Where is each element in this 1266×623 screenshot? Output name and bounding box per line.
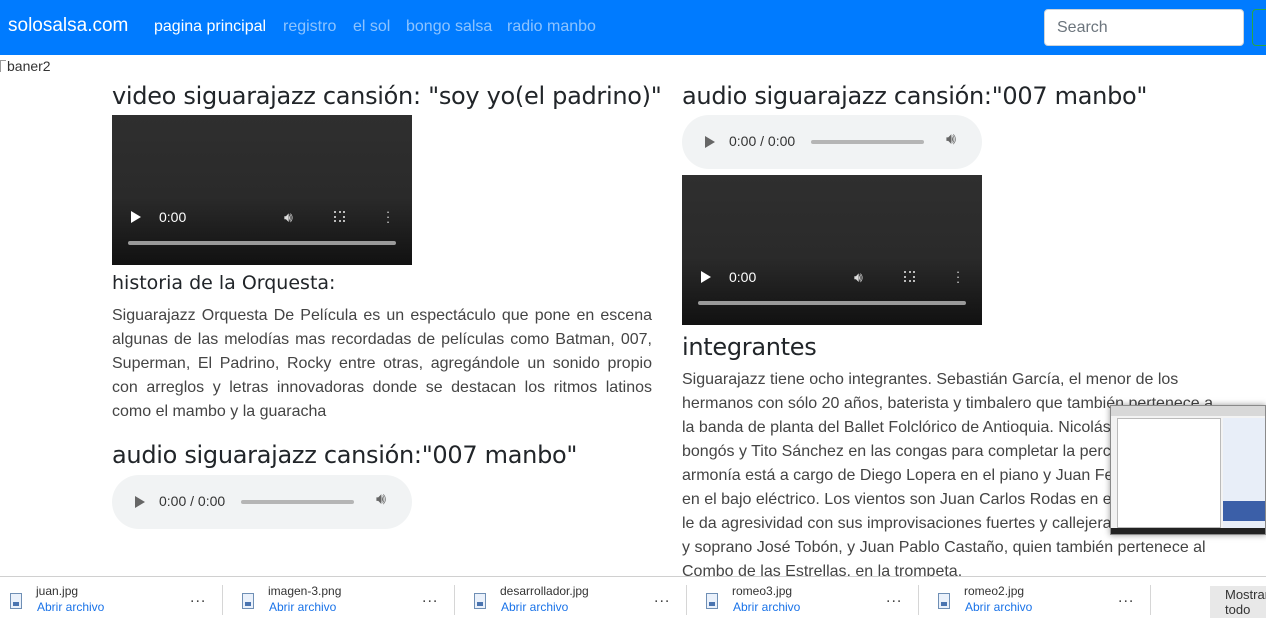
audio-title-left: audio siguarajazz cansión:"007 manbo" [112,441,578,469]
preview-editor-strip [1223,501,1265,521]
fullscreen-icon[interactable] [904,271,915,282]
divider [918,585,919,615]
show-all-button[interactable]: Mostrar todo [1210,586,1266,618]
nav-link-bongo-salsa[interactable]: bongo salsa [406,18,492,36]
banner-image: baner2 [0,58,51,74]
more-options-icon[interactable]: ... [190,589,206,607]
preview-titlebar [1111,406,1265,416]
more-options-icon[interactable]: ... [422,589,438,607]
members-line: y soprano José Tobón, y Juan Pablo Casta… [682,539,1206,556]
divider [454,585,455,615]
download-bar: juan.jpg Abrir archivo ... imagen-3.png … [0,576,1266,623]
divider [1150,585,1151,615]
video-progress-bar[interactable] [698,301,966,305]
audio-title-right: audio siguarajazz cansión:"007 manbo" [682,82,1148,110]
audio-progress-bar[interactable] [241,500,354,504]
nav-link-registro[interactable]: registro [283,18,336,36]
more-options-icon[interactable]: ... [654,589,670,607]
play-icon[interactable] [135,496,145,508]
nav-link-pagina-principal[interactable]: pagina principal [154,18,266,36]
video-progress-bar[interactable] [128,241,396,245]
audio-progress-bar[interactable] [811,140,924,144]
video-player-left[interactable]: 0:00 🔊︎ · · · [112,115,412,265]
preview-browser-pane [1117,418,1221,528]
open-file-link[interactable]: Abrir archivo [733,600,800,614]
image-file-icon [706,593,718,609]
open-file-link[interactable]: Abrir archivo [37,600,104,614]
video-time: 0:00 [159,209,187,225]
audio-time: 0:00 / 0:00 [159,493,226,509]
download-filename: juan.jpg [36,584,79,598]
more-options-icon[interactable]: ... [1118,589,1134,607]
search-input[interactable] [1044,9,1244,46]
more-options-icon[interactable]: · · · [385,205,391,228]
nav-link-radio-manbo[interactable]: radio manbo [507,18,596,36]
image-file-icon [938,593,950,609]
navbar: solosalsa.com pagina principal registro … [0,0,1266,55]
window-preview-thumbnail[interactable] [1110,405,1266,535]
audio-player-right[interactable]: 0:00 / 0:00 🔊︎ [682,115,982,169]
download-item[interactable]: romeo2.jpg Abrir archivo ... [928,577,1160,623]
download-item[interactable]: juan.jpg Abrir archivo ... [0,577,232,623]
download-item[interactable]: desarrollador.jpg Abrir archivo ... [464,577,696,623]
divider [222,585,223,615]
image-file-icon [242,593,254,609]
video-player-right[interactable]: 0:00 🔊︎ · · · [682,175,982,325]
audio-time: 0:00 / 0:00 [729,133,796,149]
preview-taskbar [1111,528,1265,534]
fullscreen-icon[interactable] [334,211,345,222]
download-item[interactable]: romeo3.jpg Abrir archivo ... [696,577,928,623]
image-file-icon [10,593,22,609]
history-title: historia de la Orquesta: [112,272,336,294]
video-time: 0:00 [729,269,757,285]
open-file-link[interactable]: Abrir archivo [269,600,336,614]
download-filename: imagen-3.png [268,584,342,598]
nav-link-el-sol[interactable]: el sol [353,18,390,36]
volume-icon[interactable]: 🔊︎ [946,131,956,149]
more-options-icon[interactable]: · · · [955,265,961,288]
members-title: integrantes [682,333,817,361]
brand-link[interactable]: solosalsa.com [8,15,128,37]
play-icon[interactable] [131,211,141,223]
open-file-link[interactable]: Abrir archivo [965,600,1032,614]
image-file-icon [474,593,486,609]
divider [686,585,687,615]
play-icon[interactable] [701,271,711,283]
volume-icon[interactable]: 🔊︎ [284,209,293,226]
video-title-left: video siguarajazz cansión: "soy yo(el pa… [112,82,662,110]
download-filename: desarrollador.jpg [500,584,589,598]
banner-alt-text: baner2 [7,58,51,74]
broken-image-icon [0,60,6,72]
members-line: Siguarajazz tiene ocho integrantes. Seba… [682,371,1179,388]
more-options-icon[interactable]: ... [886,589,902,607]
download-item[interactable]: imagen-3.png Abrir archivo ... [232,577,464,623]
search-button[interactable] [1252,9,1266,46]
audio-player-left[interactable]: 0:00 / 0:00 🔊︎ [112,475,412,529]
open-file-link[interactable]: Abrir archivo [501,600,568,614]
download-filename: romeo3.jpg [732,584,793,598]
history-text: Siguarajazz Orquesta De Película es un e… [112,307,652,420]
download-filename: romeo2.jpg [964,584,1025,598]
play-icon[interactable] [705,136,715,148]
volume-icon[interactable]: 🔊︎ [376,491,386,509]
volume-icon[interactable]: 🔊︎ [854,269,863,286]
